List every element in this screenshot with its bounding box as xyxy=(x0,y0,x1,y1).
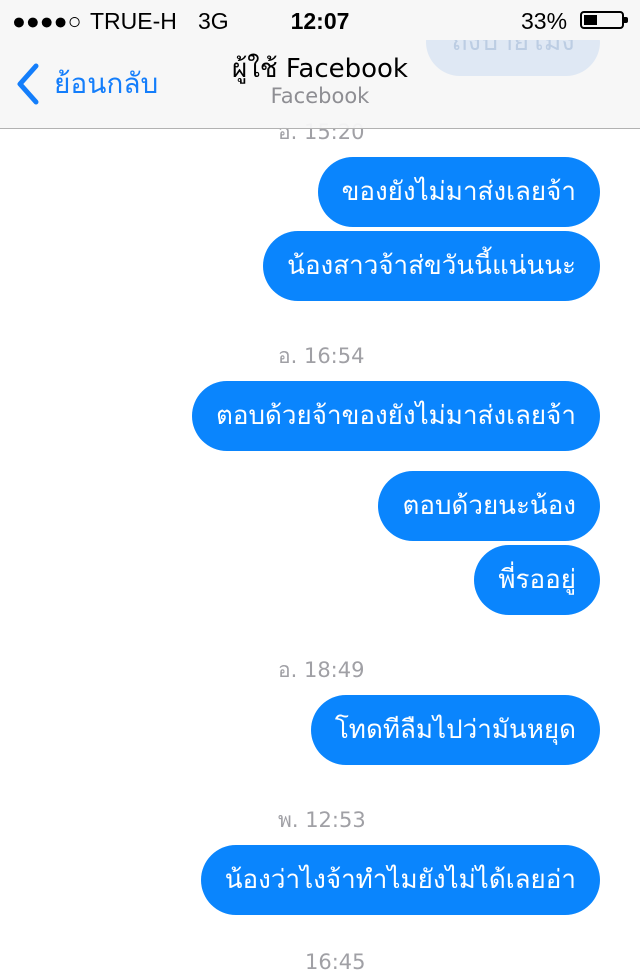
message-bubble[interactable]: น้องว่าไงจ้าทำไมยังไม่ได้เลยอ่า xyxy=(200,845,600,915)
battery-percent: 33% xyxy=(521,8,568,34)
message-bubble[interactable]: ตอบด้วยจ้าของยังไม่มาส่งเลยจ้า xyxy=(192,381,600,451)
message-bubble[interactable]: ตอบด้วยนะน้อง xyxy=(378,471,600,541)
message-thread: อ. 15:20 ของยังไม่มาส่งเลยจ้า น้องสาวจ้า… xyxy=(0,0,640,974)
timestamp: พ. 12:53 xyxy=(278,808,366,832)
timestamp: อ. 16:54 xyxy=(278,344,365,368)
conversation-subtitle: Facebook xyxy=(270,84,370,108)
navigation-bar: ถึงบ่ายโมง ย้อนกลับ ผู้ใช้ Facebook Face… xyxy=(0,8,640,129)
timestamp: อ. 18:49 xyxy=(278,658,365,682)
message-bubble[interactable]: โทดทีลืมไปว่ามันหยุด xyxy=(310,695,600,765)
timestamp: 16:45 xyxy=(305,950,366,974)
message-bubble[interactable]: น้องสาวจ้าส่ขวันนี้แน่นนะ xyxy=(263,231,600,301)
message-bubble[interactable]: ของยังไม่มาส่งเลยจ้า xyxy=(317,157,600,227)
status-bar: ●●●●○ TRUE-H 3G 12:07 33% xyxy=(0,0,640,40)
message-bubble[interactable]: พี่รออยู่ xyxy=(474,545,600,615)
conversation-title: ผู้ใช้ Facebook xyxy=(231,54,408,84)
battery-icon xyxy=(580,11,628,29)
